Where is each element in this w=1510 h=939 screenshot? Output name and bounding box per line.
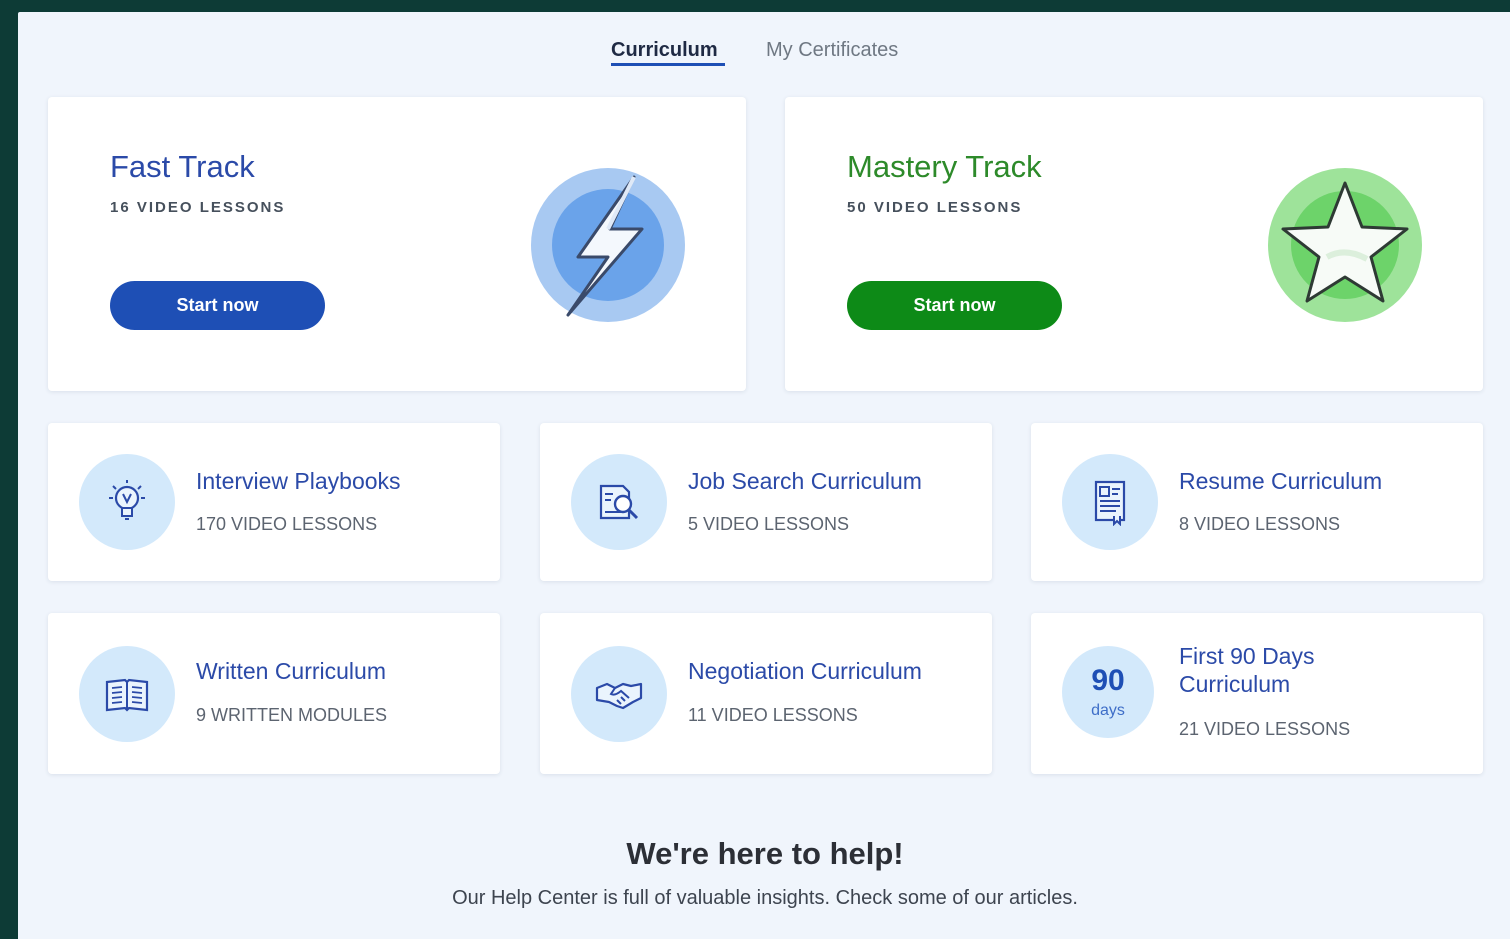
resume-icon — [1062, 454, 1158, 550]
badge-label: days — [1091, 702, 1125, 719]
mastery-track-start-button[interactable]: Start now — [847, 281, 1062, 330]
mastery-track-lesson-count: 50 VIDEO LESSONS — [847, 199, 1023, 216]
tab-bar: Curriculum My Certificates — [18, 12, 1510, 72]
fast-track-lesson-count: 16 VIDEO LESSONS — [110, 199, 286, 216]
mastery-track-title: Mastery Track — [847, 149, 1042, 184]
fast-track-card[interactable]: Fast Track 16 VIDEO LESSONS Start now — [48, 97, 746, 391]
badge-number: 90 — [1091, 664, 1125, 697]
negotiation-curriculum-title: Negotiation Curriculum — [688, 658, 922, 684]
interview-playbooks-title: Interview Playbooks — [196, 468, 401, 494]
written-curriculum-title: Written Curriculum — [196, 658, 386, 684]
open-book-icon — [79, 646, 175, 742]
tab-curriculum[interactable]: Curriculum — [611, 39, 718, 62]
ninety-days-badge: 90 days — [1062, 646, 1154, 738]
resume-curriculum-lesson-count: 8 VIDEO LESSONS — [1179, 514, 1341, 534]
job-search-curriculum-title: Job Search Curriculum — [688, 468, 922, 494]
document-search-icon — [571, 454, 667, 550]
tab-my-certificates[interactable]: My Certificates — [766, 39, 898, 62]
written-curriculum-module-count: 9 WRITTEN MODULES — [196, 705, 388, 725]
job-search-curriculum-card[interactable]: Job Search Curriculum 5 VIDEO LESSONS — [540, 423, 992, 581]
lightbulb-icon — [79, 454, 175, 550]
written-curriculum-card[interactable]: Written Curriculum 9 WRITTEN MODULES — [48, 613, 500, 774]
handshake-icon — [571, 646, 667, 742]
help-description: Our Help Center is full of valuable insi… — [452, 887, 1078, 909]
active-tab-indicator — [611, 63, 725, 66]
help-heading: We're here to help! — [626, 836, 904, 871]
fast-track-title: Fast Track — [110, 149, 255, 184]
mastery-track-card[interactable]: Mastery Track 50 VIDEO LESSONS Start now — [785, 97, 1483, 391]
first-90-days-curriculum-card[interactable]: 90 days First 90 Days Curriculum 21 VIDE… — [1031, 613, 1483, 774]
job-search-curriculum-lesson-count: 5 VIDEO LESSONS — [688, 514, 850, 534]
negotiation-curriculum-card[interactable]: Negotiation Curriculum 11 VIDEO LESSONS — [540, 613, 992, 774]
lightning-icon — [530, 167, 686, 323]
first-90-days-title-line2: Curriculum — [1179, 671, 1291, 697]
main-panel: Curriculum My Certificates Fast Track 16… — [18, 12, 1510, 939]
first-90-days-lesson-count: 21 VIDEO LESSONS — [1179, 719, 1351, 739]
negotiation-curriculum-lesson-count: 11 VIDEO LESSONS — [688, 705, 858, 725]
resume-curriculum-card[interactable]: Resume Curriculum 8 VIDEO LESSONS — [1031, 423, 1483, 581]
first-90-days-title-line1: First 90 Days — [1179, 643, 1315, 669]
interview-playbooks-card[interactable]: Interview Playbooks 170 VIDEO LESSONS — [48, 423, 500, 581]
star-icon — [1267, 167, 1423, 323]
resume-curriculum-title: Resume Curriculum — [1179, 468, 1383, 494]
fast-track-start-button[interactable]: Start now — [110, 281, 325, 330]
interview-playbooks-lesson-count: 170 VIDEO LESSONS — [196, 514, 378, 534]
